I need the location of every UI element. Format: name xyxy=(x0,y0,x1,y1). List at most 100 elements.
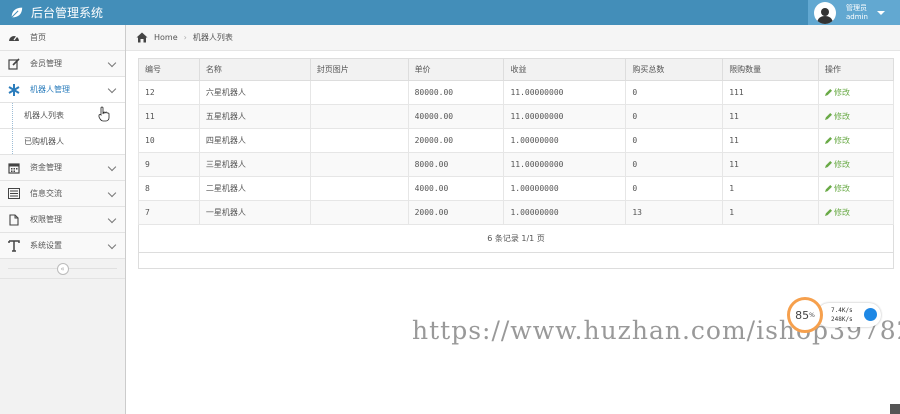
upload-speed: 7.4K/s xyxy=(831,307,853,314)
avatar xyxy=(814,1,836,24)
cell-actions: 修改 xyxy=(818,200,894,225)
edit-link-label: 修改 xyxy=(834,208,851,217)
cell-income: 11.00000000 xyxy=(503,80,627,105)
sidebar-item-label: 权限管理 xyxy=(30,215,62,224)
edit-link[interactable]: 修改 xyxy=(825,159,850,170)
pagination-info: 6 条记录 1/1 页 xyxy=(138,225,894,253)
app-title: 后台管理系统 xyxy=(31,6,104,20)
table-row: 7 一星机器人 2000.00 1.00000000 13 1 修改 xyxy=(138,200,894,225)
pencil-icon xyxy=(825,137,833,144)
sidebar-item-home[interactable]: 首页 xyxy=(0,25,125,51)
user-menu[interactable]: 管理员 admin xyxy=(808,0,900,25)
usage-gauge: 85% xyxy=(787,297,823,333)
sidebar-item-members[interactable]: 会员管理 xyxy=(0,51,125,77)
sidebar-subitem-robot-list[interactable]: 机器人列表 xyxy=(0,103,125,129)
sidebar-item-messages[interactable]: 信息交流 xyxy=(0,181,125,207)
edit-link[interactable]: 修改 xyxy=(825,207,850,218)
cell-total-purchased: 0 xyxy=(625,176,724,201)
cell-purchase-limit: 11 xyxy=(722,152,820,177)
sidebar-subitem-label: 已购机器人 xyxy=(24,137,64,146)
cell-cover-image xyxy=(309,176,409,201)
chevron-down-icon xyxy=(107,240,117,250)
cell-price: 2000.00 xyxy=(407,200,505,225)
leaf-icon xyxy=(11,7,23,18)
cell-price: 8000.00 xyxy=(407,152,505,177)
cell-id: 11 xyxy=(138,104,200,129)
pencil-icon xyxy=(825,209,833,216)
top-navbar: 后台管理系统 管理员 admin xyxy=(0,0,900,25)
cell-actions: 修改 xyxy=(818,104,894,129)
cell-cover-image xyxy=(309,80,409,105)
cell-name: 一星机器人 xyxy=(198,200,311,225)
cell-total-purchased: 0 xyxy=(625,128,724,153)
cell-total-purchased: 0 xyxy=(625,104,724,129)
edit-link-label: 修改 xyxy=(834,88,851,97)
cell-name: 四星机器人 xyxy=(198,128,311,153)
usage-percent-sign: % xyxy=(809,311,815,319)
cell-name: 六星机器人 xyxy=(198,80,311,105)
breadcrumb: Home › 机器人列表 xyxy=(126,25,900,51)
cell-id: 8 xyxy=(138,176,200,201)
sidebar-subitem-purchased-robots[interactable]: 已购机器人 xyxy=(0,129,125,155)
collapse-sidebar-button[interactable]: « xyxy=(56,262,69,275)
edit-link-label: 修改 xyxy=(834,136,851,145)
chevron-down-icon xyxy=(107,58,117,68)
column-header-total-purchased: 购买总数 xyxy=(625,58,724,81)
cell-purchase-limit: 1 xyxy=(722,176,820,201)
list-icon xyxy=(7,187,21,201)
dashboard-icon xyxy=(7,31,21,45)
home-icon[interactable] xyxy=(136,32,148,43)
file-icon xyxy=(7,213,21,227)
network-speed-widget[interactable]: 7.4K/s 248K/s 85% xyxy=(787,297,887,333)
edit-link[interactable]: 修改 xyxy=(825,135,850,146)
brand[interactable]: 后台管理系统 xyxy=(10,0,103,25)
cell-price: 80000.00 xyxy=(407,80,505,105)
pencil-icon xyxy=(825,89,833,96)
table-row: 9 三星机器人 8000.00 11.00000000 0 11 修改 xyxy=(138,152,894,177)
sidebar-subitem-label: 机器人列表 xyxy=(24,111,64,120)
edit-link[interactable]: 修改 xyxy=(825,183,850,194)
cell-price: 40000.00 xyxy=(407,104,505,129)
sidebar-item-robots[interactable]: 机器人管理 xyxy=(0,77,125,103)
cell-id: 9 xyxy=(138,152,200,177)
cell-price: 4000.00 xyxy=(407,176,505,201)
user-role: 管理员 xyxy=(846,3,867,12)
cell-income: 1.00000000 xyxy=(503,200,627,225)
table-row: 11 五星机器人 40000.00 11.00000000 0 11 修改 xyxy=(138,104,894,129)
pencil-icon xyxy=(825,113,833,120)
text-icon xyxy=(7,239,21,253)
asterisk-icon xyxy=(7,83,21,97)
sidebar-item-label: 会员管理 xyxy=(30,59,62,68)
sidebar-item-finance[interactable]: 资金管理 xyxy=(0,155,125,181)
sidebar-item-label: 系统设置 xyxy=(30,241,62,250)
caret-down-icon xyxy=(876,10,885,15)
cell-purchase-limit: 11 xyxy=(722,104,820,129)
edit-link[interactable]: 修改 xyxy=(825,87,850,98)
usage-percent: 85 xyxy=(795,308,810,322)
cell-id: 7 xyxy=(138,200,200,225)
speed-badge-icon xyxy=(864,308,877,321)
column-header-id: 编号 xyxy=(138,58,200,81)
chevron-down-icon xyxy=(107,188,117,198)
sidebar-item-settings[interactable]: 系统设置 xyxy=(0,233,125,259)
cell-actions: 修改 xyxy=(818,128,894,153)
cell-purchase-limit: 111 xyxy=(722,80,820,105)
cell-cover-image xyxy=(309,128,409,153)
user-info: 管理员 admin xyxy=(846,4,868,22)
sidebar-item-permissions[interactable]: 权限管理 xyxy=(0,207,125,233)
cell-name: 五星机器人 xyxy=(198,104,311,129)
cell-income: 11.00000000 xyxy=(503,152,627,177)
breadcrumb-home-link[interactable]: Home xyxy=(154,33,178,42)
cell-id: 12 xyxy=(138,80,200,105)
column-header-cover-image: 封页图片 xyxy=(309,58,409,81)
calendar-icon xyxy=(7,161,21,175)
edit-link[interactable]: 修改 xyxy=(825,111,850,122)
column-header-purchase-limit: 限购数量 xyxy=(722,58,820,81)
breadcrumb-separator-icon: › xyxy=(183,33,187,42)
robot-table-panel: 编号 名称 封页图片 单价 收益 购买总数 限购数量 操作 12 六星机器人 8… xyxy=(138,58,894,269)
corner-button[interactable] xyxy=(890,404,900,414)
column-header-actions: 操作 xyxy=(818,58,894,81)
sidebar-item-label: 资金管理 xyxy=(30,163,62,172)
column-header-name: 名称 xyxy=(198,58,311,81)
cell-name: 二星机器人 xyxy=(198,176,311,201)
